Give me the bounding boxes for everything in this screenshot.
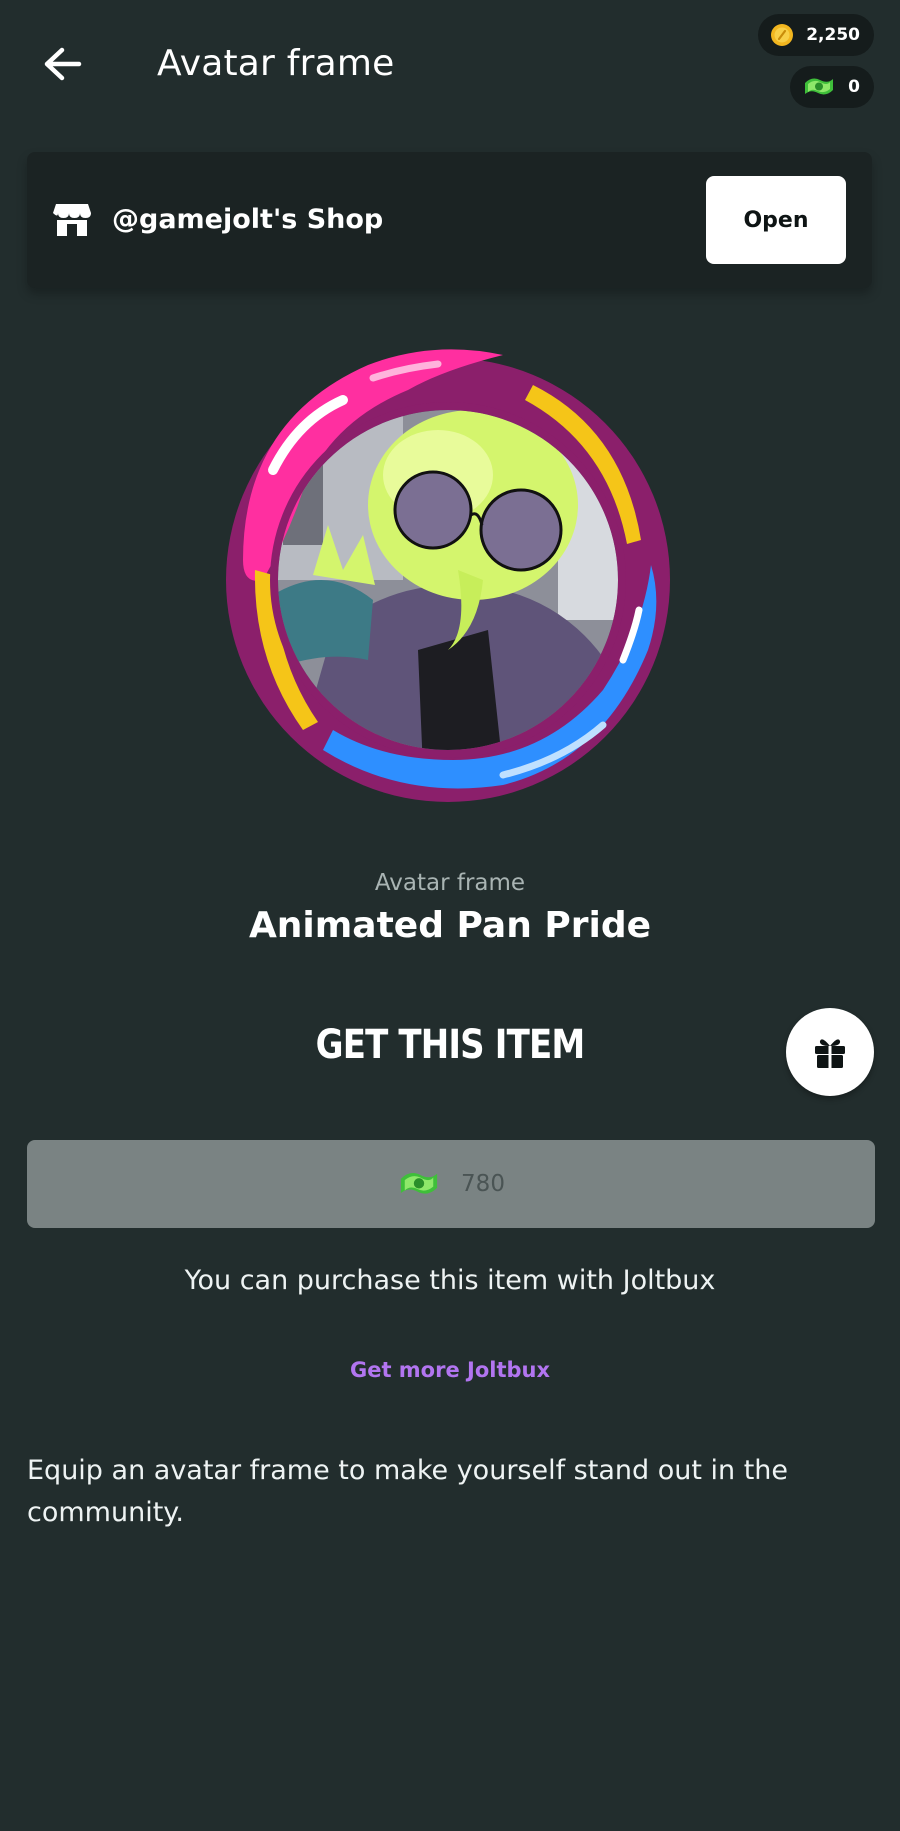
avatar-frame-preview: [203, 330, 693, 830]
coin-icon: [771, 24, 794, 46]
item-type-label: Avatar frame: [374, 870, 526, 896]
get-more-joltbux-link[interactable]: Get more Joltbux: [0, 1358, 900, 1382]
joltbux-balance[interactable]: 0: [790, 66, 874, 108]
joltbux-icon: [805, 78, 834, 95]
open-shop-button[interactable]: Open: [706, 176, 846, 264]
item-description: Equip an avatar frame to make yourself s…: [27, 1455, 789, 1528]
page-title: Avatar frame: [157, 43, 395, 84]
item-name: Animated Pan Pride: [248, 905, 652, 946]
arrow-left-icon: [44, 47, 82, 81]
buy-with-joltbux-button[interactable]: 780: [27, 1140, 875, 1228]
avatar-frame-image: [226, 349, 670, 802]
shop-icon: [53, 204, 91, 236]
coins-count: 2,250: [806, 25, 860, 45]
back-button[interactable]: [36, 38, 88, 90]
coins-balance[interactable]: 2,250: [758, 14, 874, 56]
joltbux-icon: [400, 1173, 438, 1194]
gift-icon: [815, 1039, 845, 1068]
joltbux-count: 0: [848, 77, 860, 97]
shop-card: @gamejolt's Shop Open: [27, 152, 872, 288]
item-price: 780: [461, 1171, 505, 1197]
app-root: Avatar frame 2,250 0 @gamejolt's Shop Op…: [0, 0, 900, 1831]
gift-button[interactable]: [786, 1008, 874, 1096]
purchase-note: You can purchase this item with Joltbux: [184, 1265, 716, 1296]
shop-name: @gamejolt's Shop: [112, 204, 384, 235]
get-this-item-heading: GET THIS ITEM: [315, 1022, 585, 1068]
